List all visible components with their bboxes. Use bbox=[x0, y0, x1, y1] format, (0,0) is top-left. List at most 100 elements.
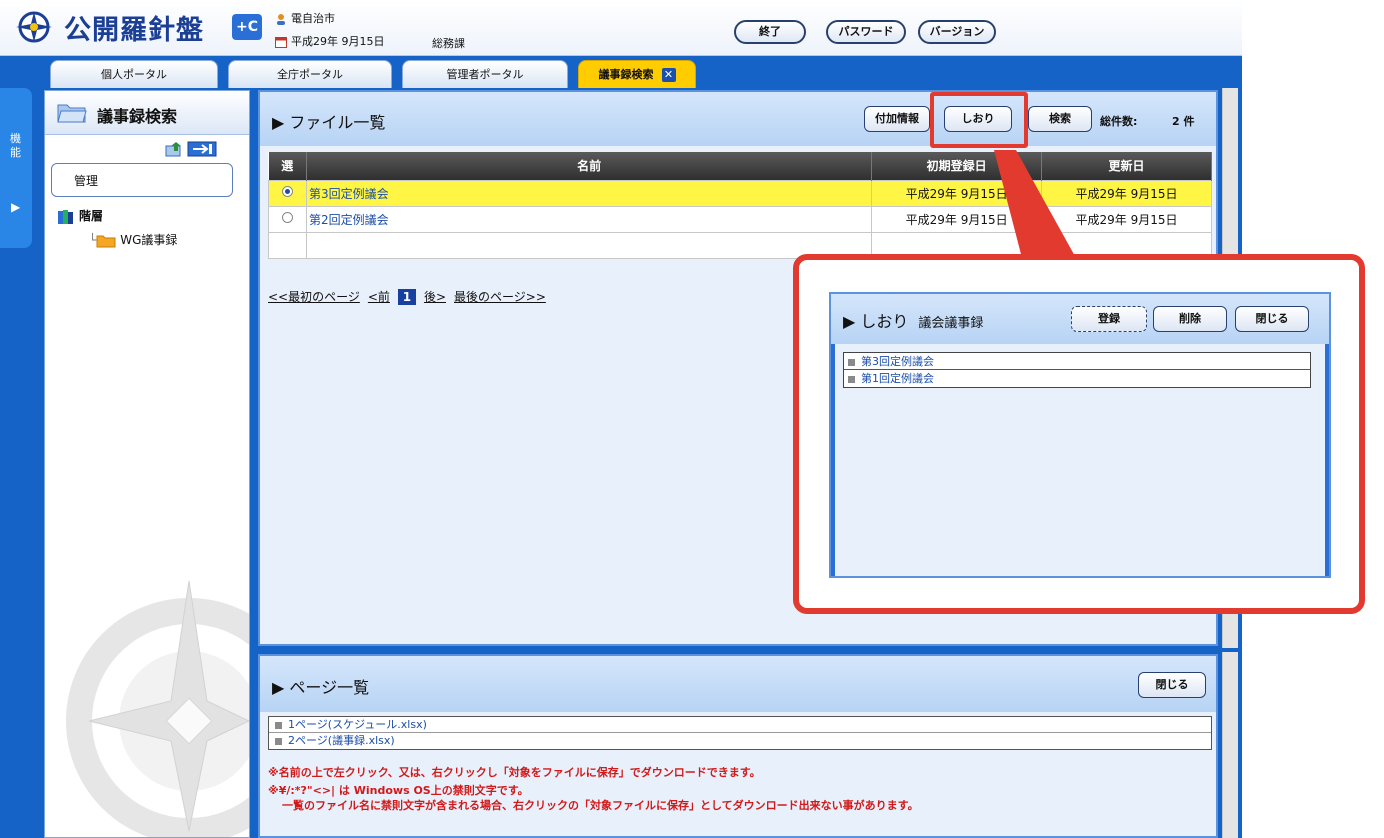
bottom-scrollbar[interactable] bbox=[1222, 652, 1238, 838]
bookmark-popup: ▶ しおり 議会議事録 登録 削除 閉じる 第3回定例議会 第1回定例議会 bbox=[829, 292, 1331, 578]
tab-label: 個人ポータル bbox=[101, 68, 167, 81]
page-list-title: ▶ ページ一覧 bbox=[272, 674, 369, 698]
bookmark-link[interactable]: 第3回定例議会 bbox=[861, 355, 934, 368]
callout-highlight-bookmark bbox=[930, 92, 1028, 148]
tree-connector: └ bbox=[89, 233, 97, 247]
bullet-icon bbox=[275, 721, 282, 729]
open-folder-icon bbox=[57, 104, 87, 123]
updated-date-cell: 平成29年 9月15日 bbox=[1041, 179, 1212, 207]
sidebar-header: 議事録検索 bbox=[45, 91, 249, 135]
function-label: 機能 bbox=[10, 132, 21, 159]
file-name-cell: 第2回定例議会 bbox=[305, 205, 873, 233]
file-link[interactable]: 第2回定例議会 bbox=[309, 213, 389, 227]
folder-icon bbox=[96, 235, 116, 247]
bullet-icon bbox=[848, 375, 855, 383]
sidebar: 議事録検索 管理 階層 └ WG議事録 bbox=[44, 90, 250, 838]
tab-label: 議事録検索 bbox=[598, 68, 654, 81]
app-name: 公開羅針盤 bbox=[64, 15, 204, 46]
total-count-label: 総件数: bbox=[1100, 115, 1138, 128]
page-link[interactable]: 1ページ(スケジュール.xlsx) bbox=[288, 718, 427, 731]
move-right-icon[interactable] bbox=[187, 141, 217, 157]
date-info: 平成29年 9月15日 bbox=[275, 33, 385, 49]
tree-node-hierarchy[interactable]: 階層 bbox=[57, 207, 103, 225]
compass-watermark-icon bbox=[66, 580, 249, 837]
search-button[interactable]: 検索 bbox=[1028, 106, 1092, 132]
empty-cell bbox=[268, 231, 307, 259]
list-item: 第1回定例議会 bbox=[844, 370, 1310, 387]
column-header-select: 選 bbox=[268, 152, 307, 180]
bookmark-callout: ▶ しおり 議会議事録 登録 削除 閉じる 第3回定例議会 第1回定例議会 bbox=[793, 254, 1365, 614]
row-select-cell bbox=[268, 205, 307, 233]
version-button[interactable]: バージョン bbox=[918, 20, 996, 44]
list-item: 2ページ(議事録.xlsx) bbox=[269, 733, 1211, 749]
close-tab-icon[interactable]: ✕ bbox=[661, 68, 676, 82]
file-list-title: ▶ ファイル一覧 bbox=[272, 109, 385, 133]
password-button[interactable]: パスワード bbox=[826, 20, 906, 44]
app-header: 公開羅針盤 +C 電自治市 平成29年 9月15日 総務課 終了 パスワード バ… bbox=[0, 0, 1242, 56]
column-header-updated: 更新日 bbox=[1041, 152, 1212, 180]
file-link[interactable]: 第3回定例議会 bbox=[309, 187, 389, 201]
tree-node-wg-minutes[interactable]: └ WG議事録 bbox=[89, 231, 177, 248]
registered-date-cell: 平成29年 9月15日 bbox=[871, 205, 1043, 233]
bullet-icon bbox=[848, 358, 855, 366]
current-page: 1 bbox=[397, 289, 416, 305]
current-date: 平成29年 9月15日 bbox=[291, 35, 385, 48]
prev-page-link[interactable]: <前 bbox=[368, 290, 390, 304]
bookmark-title-text: しおり bbox=[860, 312, 909, 331]
expand-arrow-icon: ▶ bbox=[11, 200, 21, 214]
user-icon bbox=[277, 14, 285, 25]
forbidden-chars-note: ※¥/:*?"<>| は Windows OS上の禁則文字です。 bbox=[268, 784, 529, 797]
function-side-tab[interactable]: 機能 ▶ bbox=[0, 88, 32, 248]
bookmark-popup-header: ▶ しおり 議会議事録 登録 削除 閉じる bbox=[831, 294, 1329, 344]
total-count-value: 2 件 bbox=[1172, 115, 1195, 128]
bookmark-delete-button[interactable]: 削除 bbox=[1153, 306, 1227, 332]
compass-logo-icon bbox=[16, 11, 52, 43]
next-page-link[interactable]: 後> bbox=[424, 290, 446, 304]
attached-info-button[interactable]: 付加情報 bbox=[864, 106, 930, 132]
upload-icon[interactable] bbox=[165, 141, 183, 157]
page-list: 1ページ(スケジュール.xlsx) 2ページ(議事録.xlsx) bbox=[268, 716, 1212, 750]
bookmark-register-button[interactable]: 登録 bbox=[1071, 306, 1147, 332]
end-button[interactable]: 終了 bbox=[734, 20, 806, 44]
updated-date-cell: 平成29年 9月15日 bbox=[1041, 205, 1212, 233]
page-link[interactable]: 2ページ(議事録.xlsx) bbox=[288, 734, 395, 747]
user-info: 電自治市 bbox=[275, 10, 335, 26]
column-header-name: 名前 bbox=[306, 152, 873, 180]
tab-minutes-search[interactable]: 議事録検索 ✕ bbox=[578, 60, 696, 88]
page-list-header: ▶ ページ一覧 閉じる bbox=[260, 656, 1216, 712]
tab-admin-portal[interactable]: 管理者ポータル bbox=[402, 60, 568, 88]
triangle-icon: ▶ bbox=[272, 678, 290, 697]
column-header-registered: 初期登録日 bbox=[871, 152, 1043, 180]
calendar-icon bbox=[275, 37, 287, 48]
triangle-icon: ▶ bbox=[272, 113, 290, 132]
sidebar-tools bbox=[165, 141, 217, 160]
page-list-title-text: ページ一覧 bbox=[289, 678, 370, 697]
file-list-header: ▶ ファイル一覧 付加情報 しおり 検索 総件数: 2 件 bbox=[260, 92, 1216, 146]
row-select-cell bbox=[268, 179, 307, 207]
tab-label: 全庁ポータル bbox=[277, 68, 343, 81]
registered-date-cell: 平成29年 9月15日 bbox=[871, 179, 1043, 207]
triangle-icon: ▶ bbox=[843, 312, 861, 331]
tab-personal-portal[interactable]: 個人ポータル bbox=[50, 60, 218, 88]
books-icon bbox=[58, 209, 73, 224]
table-row[interactable]: 第3回定例議会 平成29年 9月15日 平成29年 9月15日 bbox=[268, 179, 1212, 207]
list-item: 第3回定例議会 bbox=[844, 353, 1310, 370]
last-page-link[interactable]: 最後のページ>> bbox=[454, 290, 546, 304]
user-name: 電自治市 bbox=[291, 12, 335, 25]
table-row[interactable]: 第2回定例議会 平成29年 9月15日 平成29年 9月15日 bbox=[268, 205, 1212, 233]
bookmark-link[interactable]: 第1回定例議会 bbox=[861, 372, 934, 385]
bookmark-popup-title: ▶ しおり 議会議事録 bbox=[843, 308, 983, 332]
row-radio[interactable] bbox=[281, 186, 293, 197]
empty-cell bbox=[305, 231, 873, 259]
file-name-cell: 第3回定例議会 bbox=[305, 179, 873, 207]
page-list-close-button[interactable]: 閉じる bbox=[1138, 672, 1206, 698]
tree-label-hierarchy: 階層 bbox=[79, 209, 104, 223]
tab-all-office-portal[interactable]: 全庁ポータル bbox=[228, 60, 392, 88]
bullet-icon bbox=[275, 737, 282, 745]
app-badge: +C bbox=[232, 14, 262, 40]
bookmark-close-button[interactable]: 閉じる bbox=[1235, 306, 1309, 332]
tree-label-wg-minutes: WG議事録 bbox=[120, 233, 178, 247]
management-button[interactable]: 管理 bbox=[51, 163, 233, 197]
row-radio[interactable] bbox=[281, 212, 293, 223]
first-page-link[interactable]: <<最初のページ bbox=[268, 290, 360, 304]
